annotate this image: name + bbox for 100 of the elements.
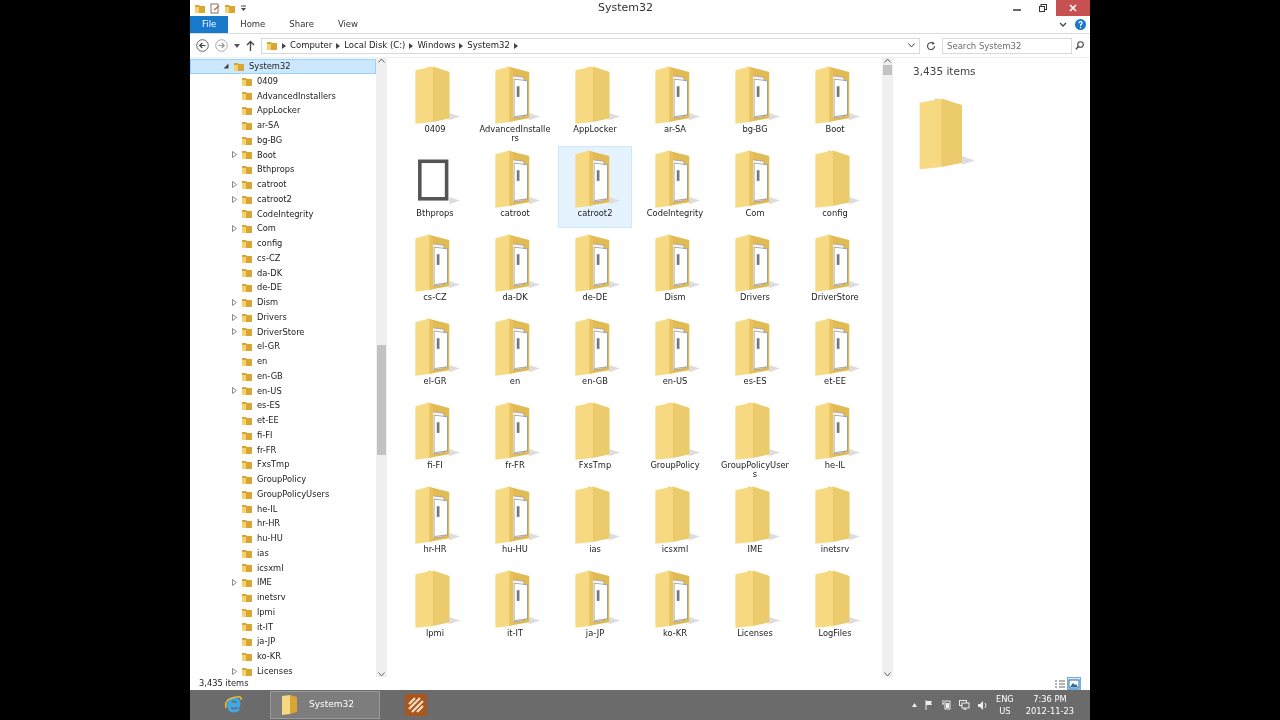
network-icon[interactable]: [958, 700, 970, 710]
tree-item[interactable]: GroupPolicy: [257, 473, 307, 486]
address-bar[interactable]: Computer Local Disk (C:) Windows System32: [261, 37, 920, 54]
tree-item[interactable]: System32: [190, 59, 376, 74]
tree-item[interactable]: bg-BG: [257, 133, 283, 147]
tree-item[interactable]: AppLocker: [257, 104, 301, 117]
folder-item[interactable]: DriverStore: [798, 230, 872, 312]
customize-icon[interactable]: [240, 4, 247, 12]
folder-item[interactable]: Bthprops: [398, 146, 472, 228]
breadcrumb-link[interactable]: System32: [467, 39, 510, 52]
tree-item[interactable]: Com: [257, 222, 276, 235]
folder-item[interactable]: lpmi: [398, 566, 472, 648]
tree-item[interactable]: Licenses: [257, 664, 293, 677]
tree-item[interactable]: DriverStore: [257, 325, 305, 339]
expand-arrow-icon[interactable]: [232, 387, 237, 395]
tree-item[interactable]: FxsTmp: [257, 458, 290, 471]
folder-item[interactable]: en-US: [638, 314, 712, 396]
expand-arrow-icon[interactable]: [232, 667, 237, 675]
properties-icon[interactable]: [210, 2, 220, 14]
folder-item[interactable]: he-IL: [798, 398, 872, 480]
chevron-icon[interactable]: [409, 42, 414, 49]
expand-arrow-icon[interactable]: [232, 151, 237, 159]
tree-item[interactable]: en-US: [257, 384, 282, 398]
folder-item[interactable]: el-GR: [398, 314, 472, 396]
folder-item[interactable]: inetsrv: [798, 482, 872, 564]
expand-arrow-icon[interactable]: [232, 313, 237, 321]
scroll-up-icon[interactable]: [884, 58, 891, 63]
scroll-down-icon[interactable]: [884, 672, 891, 677]
scroll-down-icon[interactable]: [378, 672, 385, 677]
tree-item[interactable]: de-DE: [257, 281, 282, 294]
scrollbar-thumb[interactable]: [377, 345, 386, 455]
refresh-icon[interactable]: [926, 40, 936, 51]
folder-item[interactable]: it-IT: [478, 566, 552, 648]
expand-arrow-icon[interactable]: [232, 180, 237, 188]
tree-item[interactable]: ar-SA: [257, 119, 280, 132]
tree-item[interactable]: IME: [257, 576, 272, 589]
tree-item[interactable]: Boot: [257, 148, 277, 162]
large-icons-view-button[interactable]: [1067, 677, 1081, 690]
expand-arrow-icon[interactable]: [232, 328, 237, 336]
tree-item[interactable]: ko-KR: [257, 650, 281, 663]
folder-item[interactable]: et-EE: [798, 314, 872, 396]
expand-arrow-icon[interactable]: [232, 195, 237, 203]
ribbon-tab[interactable]: View: [325, 16, 371, 33]
tree-item[interactable]: ias: [257, 546, 269, 560]
folder-item[interactable]: en-GB: [558, 314, 632, 396]
folder-item[interactable]: ar-SA: [638, 62, 712, 144]
battery-icon[interactable]: [940, 700, 951, 710]
language-indicator[interactable]: ENG US: [995, 693, 1014, 717]
folder-item[interactable]: config: [798, 146, 872, 228]
tree-item[interactable]: catroot: [257, 178, 287, 191]
expand-arrow-icon[interactable]: [232, 298, 237, 306]
tree-item[interactable]: lpmi: [257, 605, 275, 619]
folder-item[interactable]: ias: [558, 482, 632, 564]
tree-item[interactable]: et-EE: [257, 414, 279, 427]
ribbon-tab[interactable]: Share: [277, 16, 326, 33]
folder-item[interactable]: Licenses: [718, 566, 792, 648]
folder-item[interactable]: hr-HR: [398, 482, 472, 564]
folder-item[interactable]: catroot2: [558, 146, 632, 228]
expand-arrow-icon[interactable]: [232, 579, 237, 587]
folder-item[interactable]: cs-CZ: [398, 230, 472, 312]
tree-item[interactable]: hr-HR: [257, 517, 281, 530]
recent-locations-icon[interactable]: [234, 43, 240, 48]
folder-item[interactable]: LogFiles: [798, 566, 872, 648]
forward-icon[interactable]: [215, 39, 228, 52]
folder-item[interactable]: Drivers: [718, 230, 792, 312]
collapse-arrow-icon[interactable]: [223, 63, 229, 70]
tree-item[interactable]: da-DK: [257, 266, 283, 280]
help-icon[interactable]: [1075, 19, 1086, 30]
folder-item[interactable]: Dism: [638, 230, 712, 312]
tree-item[interactable]: en-GB: [257, 369, 283, 383]
show-hidden-icons-icon[interactable]: [911, 703, 917, 707]
dropdown-icon[interactable]: [908, 43, 915, 48]
breadcrumb-link[interactable]: Local Disk (C:): [344, 39, 406, 52]
tree-item[interactable]: el-GR: [257, 340, 280, 353]
tree-item[interactable]: fr-FR: [257, 443, 277, 457]
breadcrumb-link[interactable]: Computer: [290, 39, 333, 52]
tree-item[interactable]: cs-CZ: [257, 251, 281, 265]
tree-item[interactable]: catroot2: [257, 192, 292, 206]
scroll-up-icon[interactable]: [378, 58, 385, 63]
folder-item[interactable]: bg-BG: [718, 62, 792, 144]
tree-item[interactable]: fi-FI: [257, 428, 273, 442]
folder-item[interactable]: IME: [718, 482, 792, 564]
clock[interactable]: 7:36 PM 2012-11-23: [1025, 693, 1074, 717]
taskbar-button[interactable]: System32: [270, 691, 380, 719]
tree-item[interactable]: Drivers: [257, 310, 287, 324]
folder-item[interactable]: AppLocker: [558, 62, 632, 144]
folder-item[interactable]: GroupPolicyUsers: [718, 398, 792, 480]
folder-item[interactable]: CodeIntegrity: [638, 146, 712, 228]
tree-item[interactable]: hu-HU: [257, 532, 283, 545]
folder-item[interactable]: Boot: [798, 62, 872, 144]
tree-item[interactable]: CodeIntegrity: [257, 207, 314, 221]
expand-arrow-icon[interactable]: [232, 225, 237, 233]
tree-item[interactable]: inetsrv: [257, 591, 286, 604]
tree-item[interactable]: 0409: [257, 74, 279, 88]
chevron-icon[interactable]: [282, 42, 286, 49]
folder-item[interactable]: ko-KR: [638, 566, 712, 648]
folder-item[interactable]: fi-FI: [398, 398, 472, 480]
flag-icon[interactable]: [924, 700, 933, 710]
folder-item[interactable]: hu-HU: [478, 482, 552, 564]
tree-item[interactable]: GroupPolicyUsers: [257, 487, 330, 501]
